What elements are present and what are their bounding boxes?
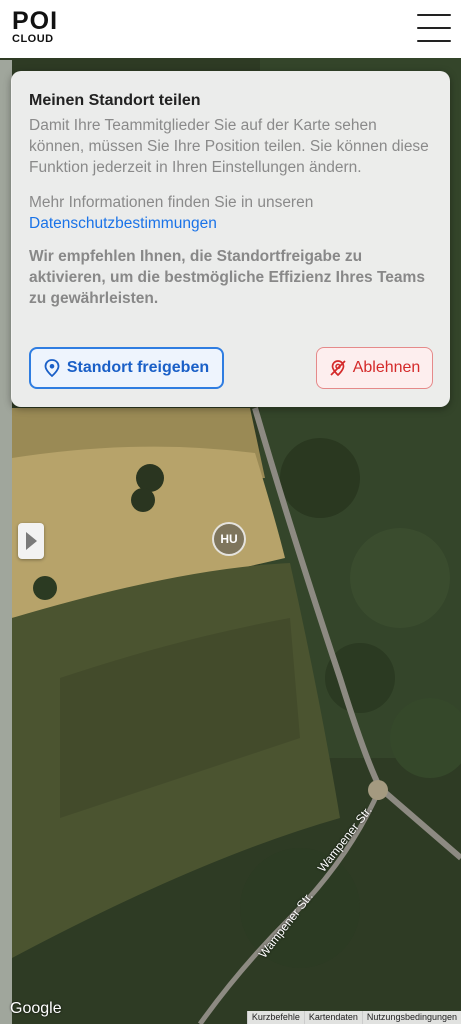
shortcuts-link[interactable]: Kurzbefehle (246, 1011, 304, 1024)
hamburger-menu-icon[interactable] (417, 14, 451, 42)
logo-cloud-text: CLOUD (12, 33, 54, 45)
dialog-recommendation: Wir empfehlen Ihnen, die Standortfreigab… (29, 248, 425, 307)
share-location-button[interactable]: Standort freigeben (29, 347, 224, 389)
terms-link[interactable]: Nutzungsbedingungen (361, 1011, 461, 1024)
decline-button[interactable]: Ablehnen (316, 347, 433, 389)
expand-panel-button[interactable] (18, 523, 44, 559)
privacy-policy-link[interactable]: Datenschutzbestimmungen (29, 213, 432, 234)
map-data-link[interactable]: Kartendaten (303, 1011, 362, 1024)
dialog-info-text: Mehr Informationen finden Sie in unseren (29, 194, 314, 211)
dialog-title: Meinen Standort teilen (29, 92, 201, 109)
google-logo: Google (10, 1000, 62, 1017)
dialog-description: Damit Ihre Teammitglieder Sie auf der Ka… (29, 117, 429, 176)
decline-label: Ablehnen (352, 359, 421, 376)
location-pin-icon (44, 359, 60, 377)
app-header: POI CLOUD (0, 0, 461, 58)
chevron-right-icon (25, 532, 37, 550)
poi-cloud-logo[interactable]: POI CLOUD (12, 7, 59, 46)
map-attribution: Kurzbefehle Kartendaten Nutzungsbedingun… (246, 1011, 461, 1024)
location-off-icon (330, 360, 346, 377)
logo-poi-text: POI (12, 7, 59, 35)
share-location-label: Standort freigeben (66, 359, 210, 376)
share-location-dialog: Meinen Standort teilen Damit Ihre Teammi… (11, 71, 450, 407)
team-member-marker[interactable]: HU (212, 522, 246, 556)
